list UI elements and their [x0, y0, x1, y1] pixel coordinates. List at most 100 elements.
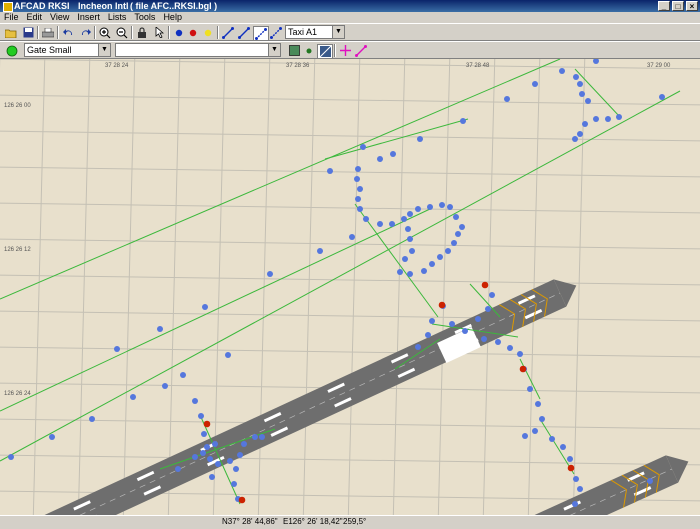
close-icon[interactable]: ×: [686, 1, 698, 11]
airport-map-canvas[interactable]: 37 28 24 37 28 36 37 28 48 37 29 00 126 …: [0, 59, 700, 515]
taxi-node: [429, 318, 435, 324]
zoom-out-icon[interactable]: [115, 26, 129, 39]
airport-map-svg[interactable]: 37 28 24 37 28 36 37 28 48 37 29 00 126 …: [0, 59, 700, 515]
taxi-node: [489, 292, 495, 298]
menu-edit[interactable]: Edit: [23, 12, 47, 23]
menu-view[interactable]: View: [46, 12, 73, 23]
lock-icon[interactable]: [135, 26, 149, 39]
add-line-icon[interactable]: [354, 44, 368, 57]
parking-type-select[interactable]: Gate Small ▼: [24, 43, 111, 57]
taxi-node: [659, 94, 665, 100]
taxi-node: [407, 236, 413, 242]
maximize-icon[interactable]: □: [672, 1, 684, 11]
title-bar: AFCAD RKSI Incheon Intl ( file AFC..RKSI…: [0, 0, 700, 12]
taxi-node: [354, 176, 360, 182]
link-tool-2-icon[interactable]: [237, 26, 251, 39]
menu-file[interactable]: File: [0, 12, 23, 23]
taxi-node: [453, 214, 459, 220]
taxi-node: [407, 211, 413, 217]
taxi-node: [405, 226, 411, 232]
taxi-node: [355, 196, 361, 202]
link-tool-1-icon[interactable]: [221, 26, 235, 39]
taxi-node: [207, 456, 213, 462]
hold-short-node: [520, 366, 527, 373]
taxi-node: [192, 454, 198, 460]
taxi-node: [215, 461, 221, 467]
taxi-node: [355, 166, 361, 172]
tower-icon[interactable]: [287, 44, 301, 57]
chevron-down-icon: ▼: [268, 44, 280, 56]
open-folder-icon[interactable]: [4, 26, 18, 39]
taxi-node: [252, 434, 258, 440]
taxi-node: [201, 431, 207, 437]
select-arrow-icon[interactable]: [152, 26, 166, 39]
taxi-node: [616, 114, 622, 120]
redo-icon[interactable]: [78, 26, 92, 39]
taxi-node: [415, 344, 421, 350]
taxi-node: [439, 202, 445, 208]
taxi-node: [225, 352, 231, 358]
lat-label: 126 26 00: [4, 103, 31, 109]
taxi-node: [180, 372, 186, 378]
secondary-select[interactable]: ▼: [115, 43, 281, 57]
link-tool-3-icon[interactable]: [253, 26, 269, 41]
hold-short-node: [439, 302, 446, 309]
link-tool-4-icon[interactable]: [269, 26, 283, 39]
save-disk-icon[interactable]: [21, 26, 35, 39]
hold-short-node: [239, 497, 246, 504]
minimize-icon[interactable]: _: [658, 1, 670, 11]
taxi-node: [593, 116, 599, 122]
taxi-node: [317, 248, 323, 254]
taxi-node: [539, 416, 545, 422]
taxi-node: [49, 434, 55, 440]
status-bar: N37° 28' 44,86" E126° 26' 18,42" 259,5°: [0, 515, 700, 529]
taxi-node: [397, 269, 403, 275]
print-icon[interactable]: [41, 26, 55, 39]
taxi-node: [495, 339, 501, 345]
taxi-node: [130, 394, 136, 400]
taxi-node: [363, 216, 369, 222]
add-taxi-node-icon[interactable]: [172, 26, 186, 39]
taxi-node: [532, 428, 538, 434]
taxi-node: [460, 118, 466, 124]
link-type-select[interactable]: Taxi A1 ▼: [285, 25, 345, 39]
taxi-node: [327, 168, 333, 174]
taxi-node: [231, 481, 237, 487]
add-parking-node-icon[interactable]: [201, 26, 215, 39]
taxi-node: [241, 441, 247, 447]
taxi-node: [198, 413, 204, 419]
taxi-node: [582, 121, 588, 127]
lat-label: 126 26 24: [4, 391, 31, 397]
hold-short-node: [568, 465, 575, 472]
hold-short-node: [482, 282, 489, 289]
taxi-node: [259, 434, 265, 440]
taxi-node: [162, 383, 168, 389]
add-point-icon[interactable]: [338, 44, 352, 57]
menu-lists[interactable]: Lists: [104, 12, 131, 23]
taxi-node: [377, 156, 383, 162]
taxi-node: [417, 136, 423, 142]
taxi-node: [532, 81, 538, 87]
menu-insert[interactable]: Insert: [73, 12, 104, 23]
windsock-icon[interactable]: [302, 44, 316, 57]
background-image-icon[interactable]: [317, 44, 333, 59]
add-hold-short-node-icon[interactable]: [186, 26, 200, 39]
app-title: AFCAD: [14, 0, 46, 12]
zoom-in-icon[interactable]: [98, 26, 112, 39]
start-location-icon[interactable]: [5, 44, 19, 57]
taxi-node: [507, 345, 513, 351]
taxi-node: [204, 444, 210, 450]
status-heading: 259,5°: [343, 516, 366, 528]
status-latitude: N37° 28' 44,86": [222, 516, 278, 528]
menu-tools[interactable]: Tools: [130, 12, 159, 23]
taxi-node: [237, 452, 243, 458]
taxi-node: [577, 486, 583, 492]
taxi-node: [157, 326, 163, 332]
file-name: ( file AFC..RKSI.bgl ): [130, 0, 217, 12]
menu-help[interactable]: Help: [159, 12, 186, 23]
taxi-node: [402, 256, 408, 262]
taxi-node: [401, 216, 407, 222]
undo-icon[interactable]: [61, 26, 75, 39]
lon-label: 37 28 24: [105, 63, 129, 69]
taxi-node: [427, 204, 433, 210]
